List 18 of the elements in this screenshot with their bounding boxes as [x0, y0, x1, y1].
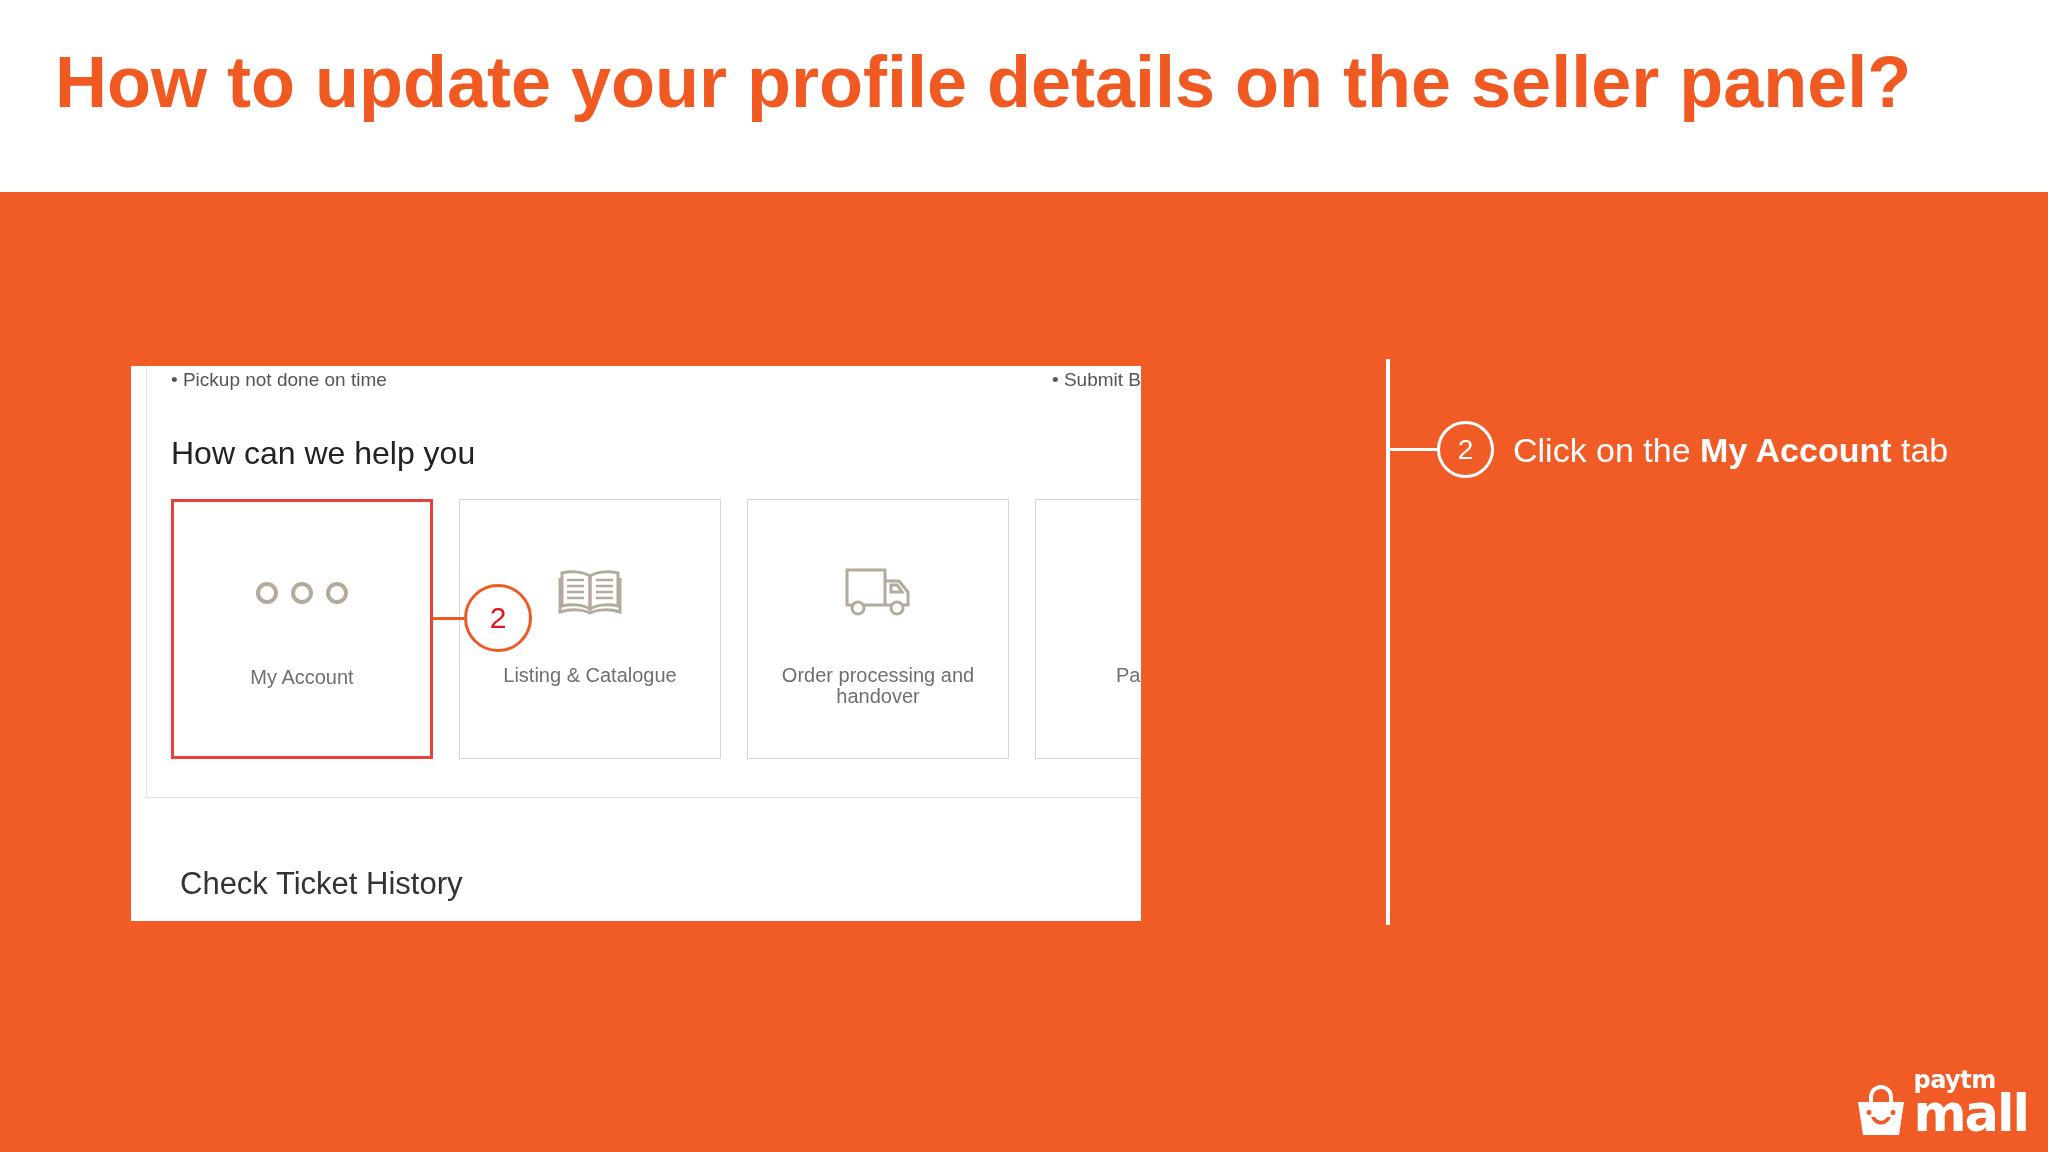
connector-line	[432, 616, 464, 620]
logo-wordmark: paytm	[1913, 1068, 1996, 1092]
section-heading: How can we help you	[171, 434, 476, 473]
step-marker: 2	[1437, 421, 1494, 478]
three-circles-icon	[256, 581, 348, 605]
instruction-text: Click on the My Account tab	[1513, 429, 1949, 470]
shopping-bag-icon	[1856, 1084, 1907, 1136]
open-book-icon	[558, 567, 622, 615]
category-card[interactable]: My Account	[171, 499, 433, 759]
category-card[interactable]: Pa	[1035, 499, 1141, 759]
logo-wordmark: mall	[1913, 1092, 2028, 1136]
bullet-text: • Submit B	[1051, 368, 1141, 392]
category-card[interactable]: Order processing and handover	[747, 499, 1009, 759]
bullet-text: • Pickup not done on time	[171, 368, 387, 392]
ticket-history-heading: Check Ticket History	[180, 865, 463, 903]
truck-icon	[845, 566, 911, 616]
connector-line	[1390, 448, 1437, 451]
slide-title: How to update your profile details on the seller panel?	[55, 41, 1912, 124]
